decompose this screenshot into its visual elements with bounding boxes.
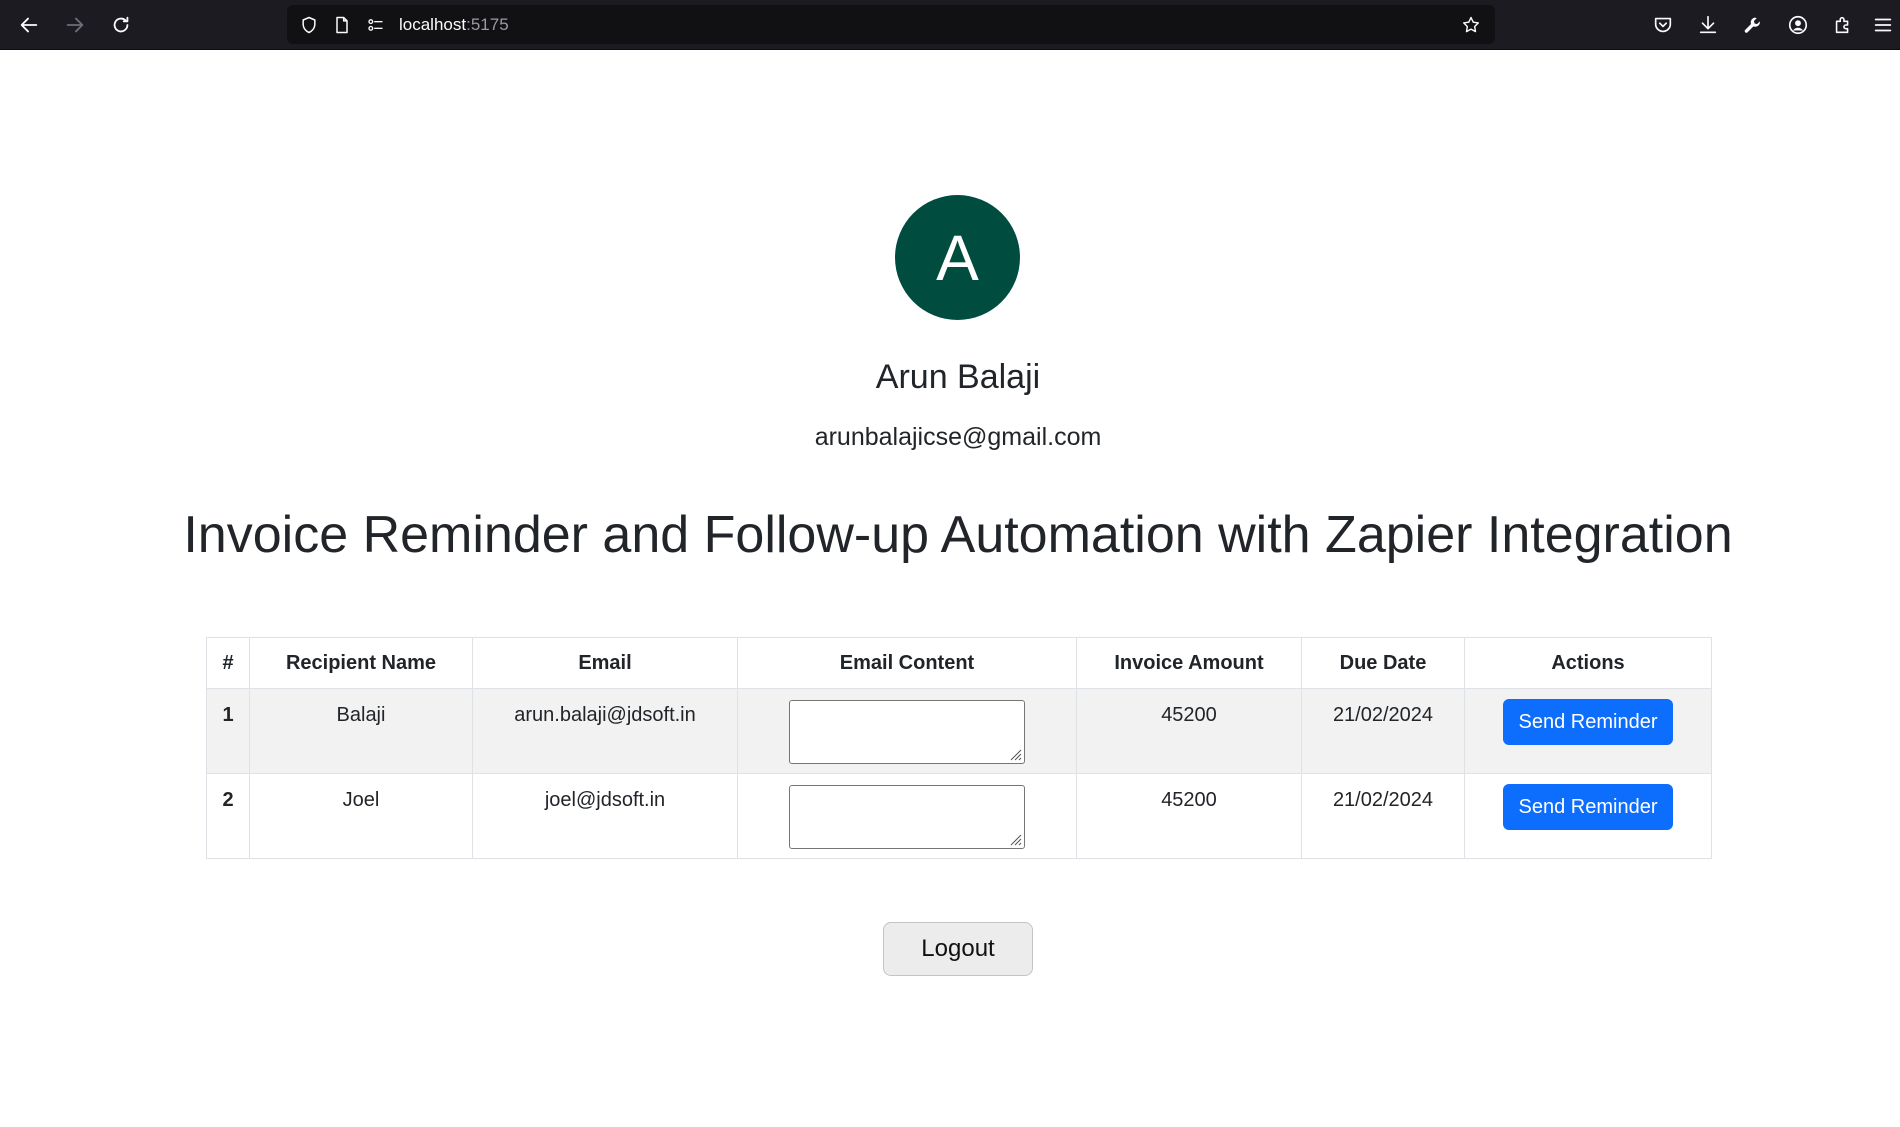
extensions-icon (1835, 16, 1849, 34)
user-name: Arun Balaji (875, 358, 1041, 396)
row-number: 2 (206, 773, 250, 859)
forward-button[interactable] (58, 8, 92, 42)
page-title: Invoice Reminder and Follow-up Automatio… (183, 506, 1733, 564)
email-content-cell (737, 688, 1077, 774)
recipient-email: arun.balaji@jdsoft.in (472, 688, 738, 774)
header-actions: Actions (1464, 637, 1712, 689)
account-button[interactable] (1781, 8, 1815, 42)
shield-icon[interactable] (298, 14, 320, 36)
wrench-icon (1744, 17, 1760, 33)
email-content-textarea[interactable] (789, 700, 1025, 764)
permissions-icon[interactable] (364, 14, 386, 36)
back-icon (20, 17, 38, 33)
email-content-cell (737, 773, 1077, 859)
menu-button[interactable] (1866, 8, 1900, 42)
reload-icon (113, 16, 129, 33)
row-number: 1 (206, 688, 250, 774)
avatar-initial: A (936, 221, 979, 294)
resize-grip-icon[interactable] (1008, 832, 1022, 846)
table-header-row: # Recipient Name Email Email Content Inv… (206, 637, 1712, 689)
recipient-name: Balaji (249, 688, 473, 774)
url-port: :5175 (466, 15, 509, 34)
header-email-content: Email Content (737, 637, 1077, 689)
forward-icon (66, 17, 84, 33)
url-bar[interactable]: localhost:5175 (287, 5, 1495, 44)
invoice-table: # Recipient Name Email Email Content Inv… (206, 637, 1712, 859)
bookmark-star-icon[interactable] (1460, 14, 1482, 36)
user-email: arunbalajicse@gmail.com (814, 423, 1102, 451)
url-host: localhost (399, 15, 467, 34)
page-icon (331, 14, 353, 36)
recipient-name: Joel (249, 773, 473, 859)
send-reminder-button[interactable]: Send Reminder (1502, 784, 1674, 830)
due-date: 21/02/2024 (1301, 688, 1465, 774)
header-invoice-amount: Invoice Amount (1076, 637, 1302, 689)
avatar: A (895, 195, 1020, 320)
pocket-icon (1654, 17, 1672, 33)
resize-grip-icon[interactable] (1008, 747, 1022, 761)
invoice-amount: 45200 (1076, 688, 1302, 774)
header-recipient-name: Recipient Name (249, 637, 473, 689)
table-row: 1 Balaji arun.balaji@jdsoft.in 45200 21/… (206, 688, 1712, 774)
devtools-button[interactable] (1736, 8, 1770, 42)
header-email: Email (472, 637, 738, 689)
invoice-amount: 45200 (1076, 773, 1302, 859)
recipient-email: joel@jdsoft.in (472, 773, 738, 859)
email-content-textarea[interactable] (789, 785, 1025, 849)
browser-toolbar: localhost:5175 (0, 0, 1900, 50)
send-reminder-button[interactable]: Send Reminder (1502, 699, 1674, 745)
extensions-button[interactable] (1826, 8, 1860, 42)
downloads-button[interactable] (1691, 8, 1725, 42)
url-text[interactable]: localhost:5175 (399, 5, 509, 44)
header-number: # (206, 637, 250, 689)
back-button[interactable] (12, 8, 46, 42)
table-row: 2 Joel joel@jdsoft.in 45200 21/02/2024 S… (206, 773, 1712, 859)
logout-button[interactable]: Logout (883, 922, 1033, 976)
menu-icon (1874, 18, 1892, 32)
pocket-button[interactable] (1646, 8, 1680, 42)
account-icon (1788, 15, 1808, 35)
reload-button[interactable] (104, 8, 138, 42)
header-due-date: Due Date (1301, 637, 1465, 689)
actions-cell: Send Reminder (1464, 688, 1712, 774)
due-date: 21/02/2024 (1301, 773, 1465, 859)
download-icon (1699, 15, 1717, 34)
actions-cell: Send Reminder (1464, 773, 1712, 859)
